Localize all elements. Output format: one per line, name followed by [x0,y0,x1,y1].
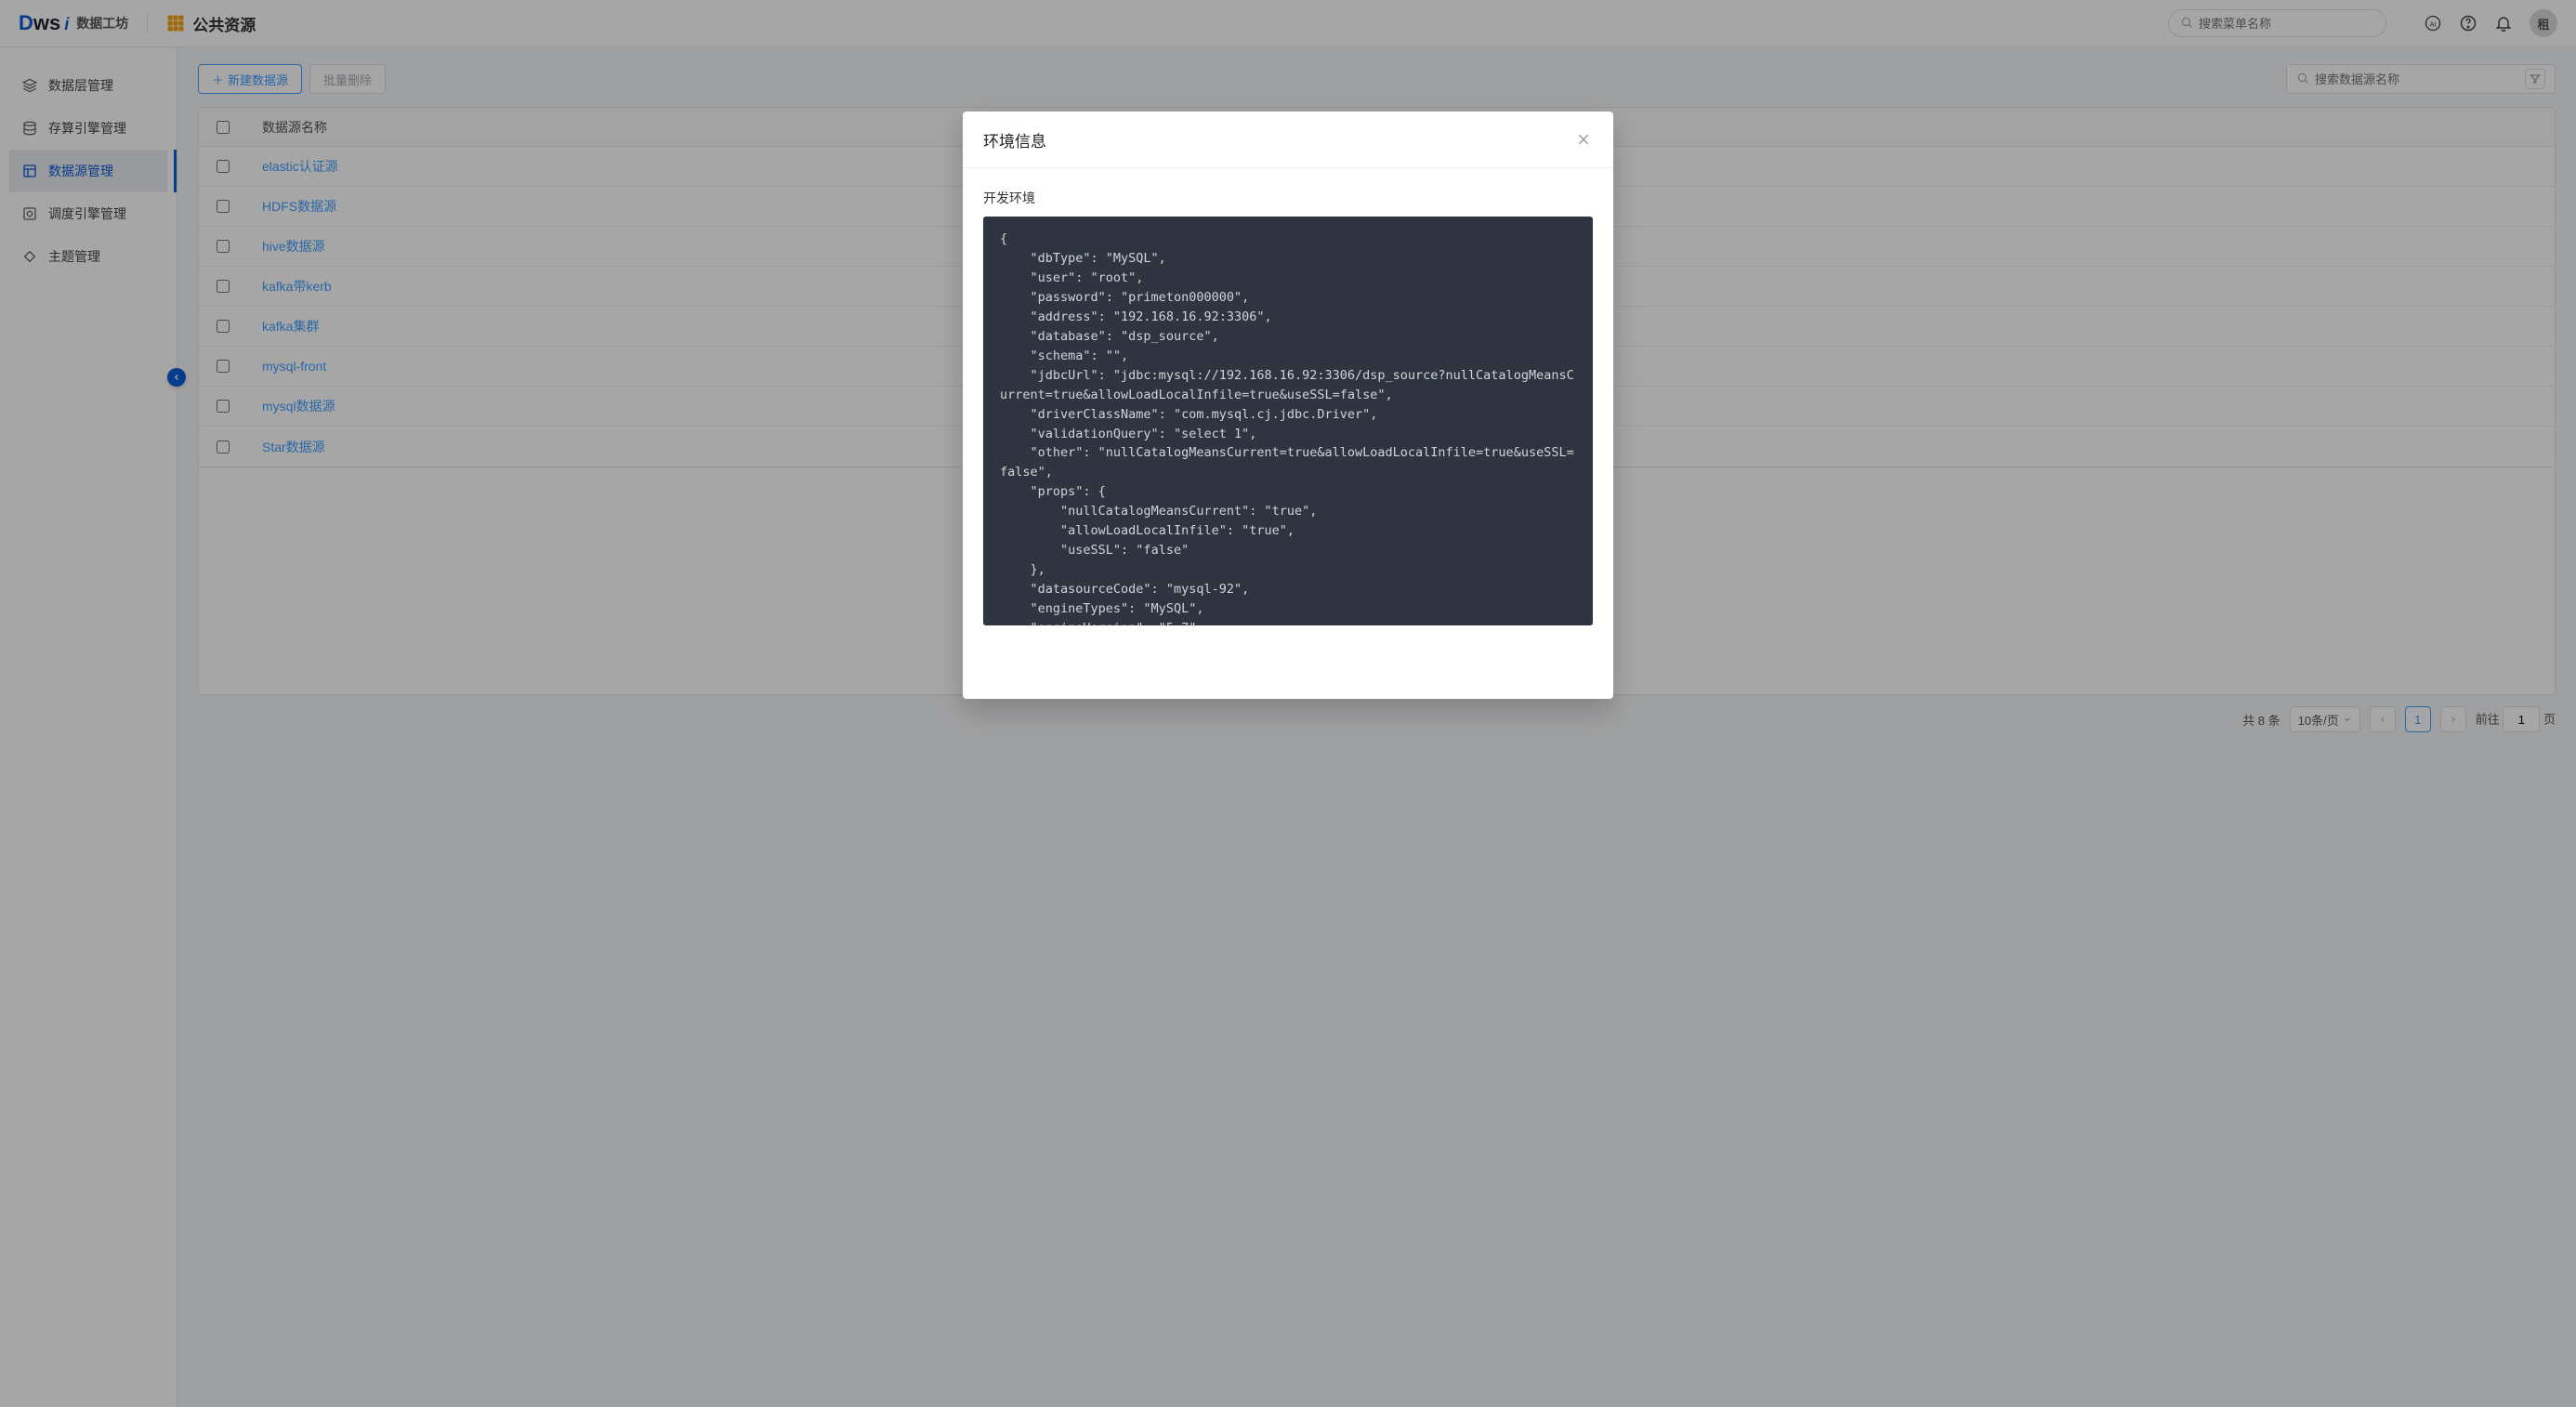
modal-header: 环境信息 [963,112,1613,168]
modal-mask[interactable]: 环境信息 开发环境 { "dbType": "MySQL", "user": "… [0,0,2576,1407]
env-code-block[interactable]: { "dbType": "MySQL", "user": "root", "pa… [983,217,1593,625]
modal-title: 环境信息 [983,128,1046,151]
modal-body: 开发环境 { "dbType": "MySQL", "user": "root"… [963,168,1613,627]
env-info-modal: 环境信息 开发环境 { "dbType": "MySQL", "user": "… [963,112,1613,699]
modal-footer [963,627,1613,699]
modal-close-button[interactable] [1574,130,1593,149]
env-label: 开发环境 [983,189,1593,207]
